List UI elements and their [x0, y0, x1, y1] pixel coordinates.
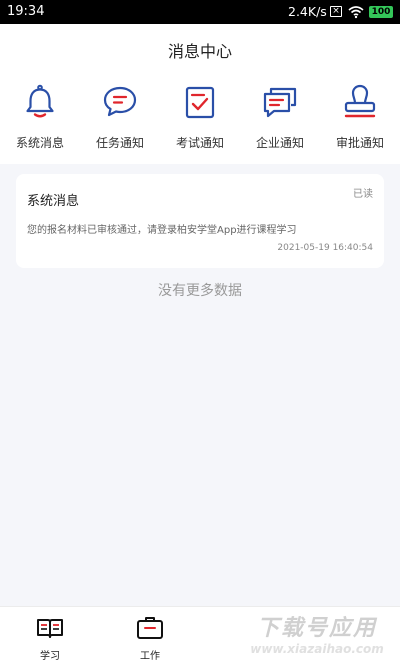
read-status-badge: 已读 — [353, 189, 373, 200]
category-company-notice[interactable]: 企业通知 — [240, 84, 320, 154]
briefcase-icon — [136, 615, 164, 641]
tab-work[interactable]: 工作 — [110, 607, 190, 666]
category-label: 考试通知 — [175, 136, 224, 150]
message-center-header: 消息中心 系统消息 任务通知 考试通知 企业通知 审批通知 — [0, 24, 400, 164]
no-more-data-text: 没有更多数据 — [158, 283, 242, 299]
category-exam-notice[interactable]: 考试通知 — [160, 84, 240, 154]
battery-indicator: 100 — [369, 6, 393, 18]
category-approval-notice[interactable]: 审批通知 — [320, 84, 400, 154]
category-task-notice[interactable]: 任务通知 — [80, 84, 160, 154]
message-card[interactable]: 系统消息 已读 您的报名材料已审核通过，请登录柏安学堂App进行课程学习 202… — [16, 174, 384, 268]
network-speed: 2.4K/s — [288, 4, 327, 19]
status-bar: 19:34 2.4K/s × 100 — [0, 0, 400, 24]
category-label: 系统消息 — [15, 136, 64, 150]
wifi-icon — [348, 5, 364, 23]
category-label: 企业通知 — [255, 136, 304, 150]
chat-bubble-icon — [102, 84, 138, 120]
double-chat-icon — [262, 84, 298, 120]
stamp-icon — [342, 84, 378, 120]
category-label: 审批通知 — [335, 136, 384, 150]
open-book-icon — [36, 615, 64, 641]
tab-label: 工作 — [140, 651, 160, 662]
category-system-message[interactable]: 系统消息 — [0, 84, 80, 154]
site-watermark: 下载号应用 www.xiazaihao.com — [238, 610, 396, 662]
tab-study[interactable]: 学习 — [10, 607, 90, 666]
checklist-icon — [182, 84, 218, 120]
watermark-url: www.xiazaihao.com — [250, 642, 384, 656]
no-sim-icon: × — [330, 6, 342, 17]
bell-icon — [22, 84, 58, 120]
tab-label: 学习 — [40, 651, 60, 662]
status-time: 19:34 — [7, 4, 45, 19]
page-title: 消息中心 — [167, 42, 232, 61]
category-label: 任务通知 — [95, 136, 144, 150]
watermark-text: 下载号应用 — [256, 616, 377, 641]
message-timestamp: 2021-05-19 16:40:54 — [277, 243, 373, 253]
message-title: 系统消息 — [27, 194, 80, 209]
message-body: 您的报名材料已审核通过，请登录柏安学堂App进行课程学习 — [27, 225, 297, 236]
